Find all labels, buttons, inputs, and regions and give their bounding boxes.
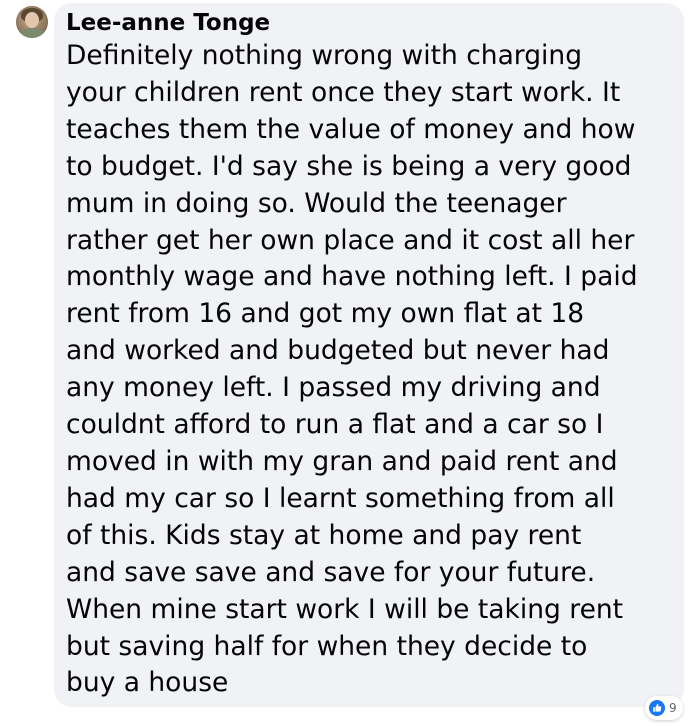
- comment-text-line: to budget. I'd say she is being a very g…: [66, 150, 632, 182]
- thumbs-up-icon: [649, 700, 665, 716]
- comment-text-line: When mine start work I will be taking re…: [66, 593, 624, 625]
- comment-text-line: couldnt afford to run a flat and a car s…: [66, 409, 604, 441]
- comment-text-line: had my car so I learnt something from al…: [66, 482, 615, 514]
- avatar-face: [25, 12, 39, 28]
- comment-text-line: and save save and save for your future.: [66, 556, 596, 588]
- comment-text-line: monthly wage and have nothing left. I pa…: [66, 261, 638, 293]
- avatar[interactable]: [16, 6, 48, 38]
- comment-text: Definitely nothing wrong with charging yo…: [66, 38, 672, 702]
- comment-text-line: buy a house: [66, 667, 229, 699]
- comment-text-line: any money left. I passed my driving and: [66, 372, 601, 404]
- comment-text-line: your children rent once they start work.…: [66, 76, 621, 108]
- comment-text-line: teaches them the value of money and how: [66, 113, 636, 145]
- comment-text-line: and worked and budgeted but never had: [66, 335, 610, 367]
- comment-text-line: rent from 16 and got my own flat at 18: [66, 298, 585, 330]
- avatar-shoulders: [18, 28, 46, 38]
- comment-bubble: Lee-anne Tonge Definitely nothing wrong …: [54, 3, 684, 707]
- comment-text-line: but saving half for when they decide to: [66, 630, 588, 662]
- comment-text-line: of this. Kids stay at home and pay rent: [66, 519, 582, 551]
- comment-text-line: moved in with my gran and paid rent and: [66, 445, 618, 477]
- reaction-summary[interactable]: 9: [645, 696, 683, 720]
- comment-text-line: Definitely nothing wrong with charging: [66, 40, 583, 71]
- reaction-count: 9: [669, 701, 677, 715]
- comment-text-line: mum in doing so. Would the teenager: [66, 187, 567, 219]
- comment-text-line: rather get her own place and it cost all…: [66, 224, 635, 256]
- comment-author[interactable]: Lee-anne Tonge: [66, 8, 672, 38]
